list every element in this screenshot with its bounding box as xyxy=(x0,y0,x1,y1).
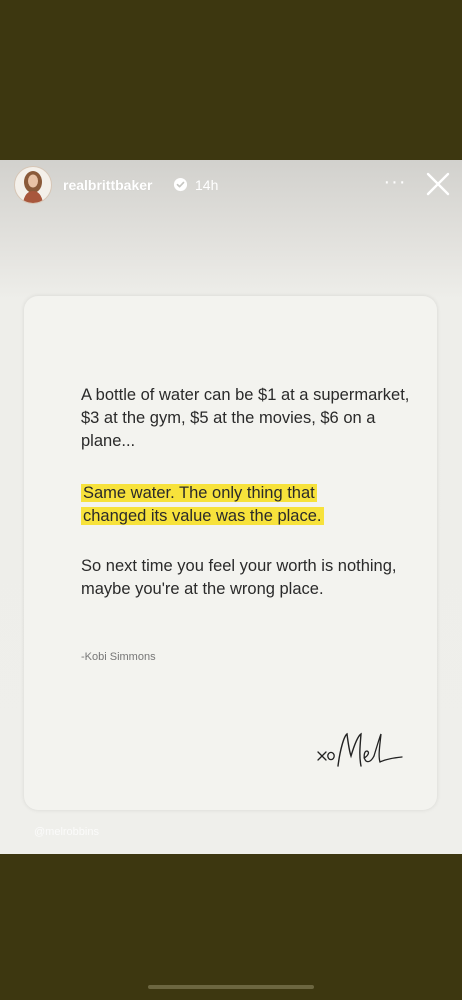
quote-attribution: -Kobi Simmons xyxy=(81,651,156,663)
story-frame[interactable]: realbrittbaker 14h ··· A bottle of water… xyxy=(0,160,462,854)
close-icon[interactable] xyxy=(424,170,452,198)
username[interactable]: realbrittbaker xyxy=(63,177,152,193)
quote-highlight: Same water. The only thing that changed … xyxy=(81,482,411,528)
quote-paragraph-3: So next time you feel your worth is noth… xyxy=(81,557,397,598)
highlight-line-1: Same water. The only thing that xyxy=(81,484,317,502)
story-header: realbrittbaker 14h ··· xyxy=(0,160,462,216)
quote-card: A bottle of water can be $1 at a superma… xyxy=(24,296,437,810)
timestamp: 14h xyxy=(195,177,219,193)
watermark: @melrobbins xyxy=(34,826,99,838)
highlight-line-2: changed its value was the place. xyxy=(81,507,324,525)
quote-paragraph-1: A bottle of water can be $1 at a superma… xyxy=(81,386,410,450)
home-indicator[interactable] xyxy=(148,985,314,989)
avatar[interactable] xyxy=(14,166,52,204)
more-options-icon[interactable]: ··· xyxy=(380,172,410,196)
verified-badge-icon xyxy=(173,177,188,192)
signature-icon xyxy=(317,732,403,767)
